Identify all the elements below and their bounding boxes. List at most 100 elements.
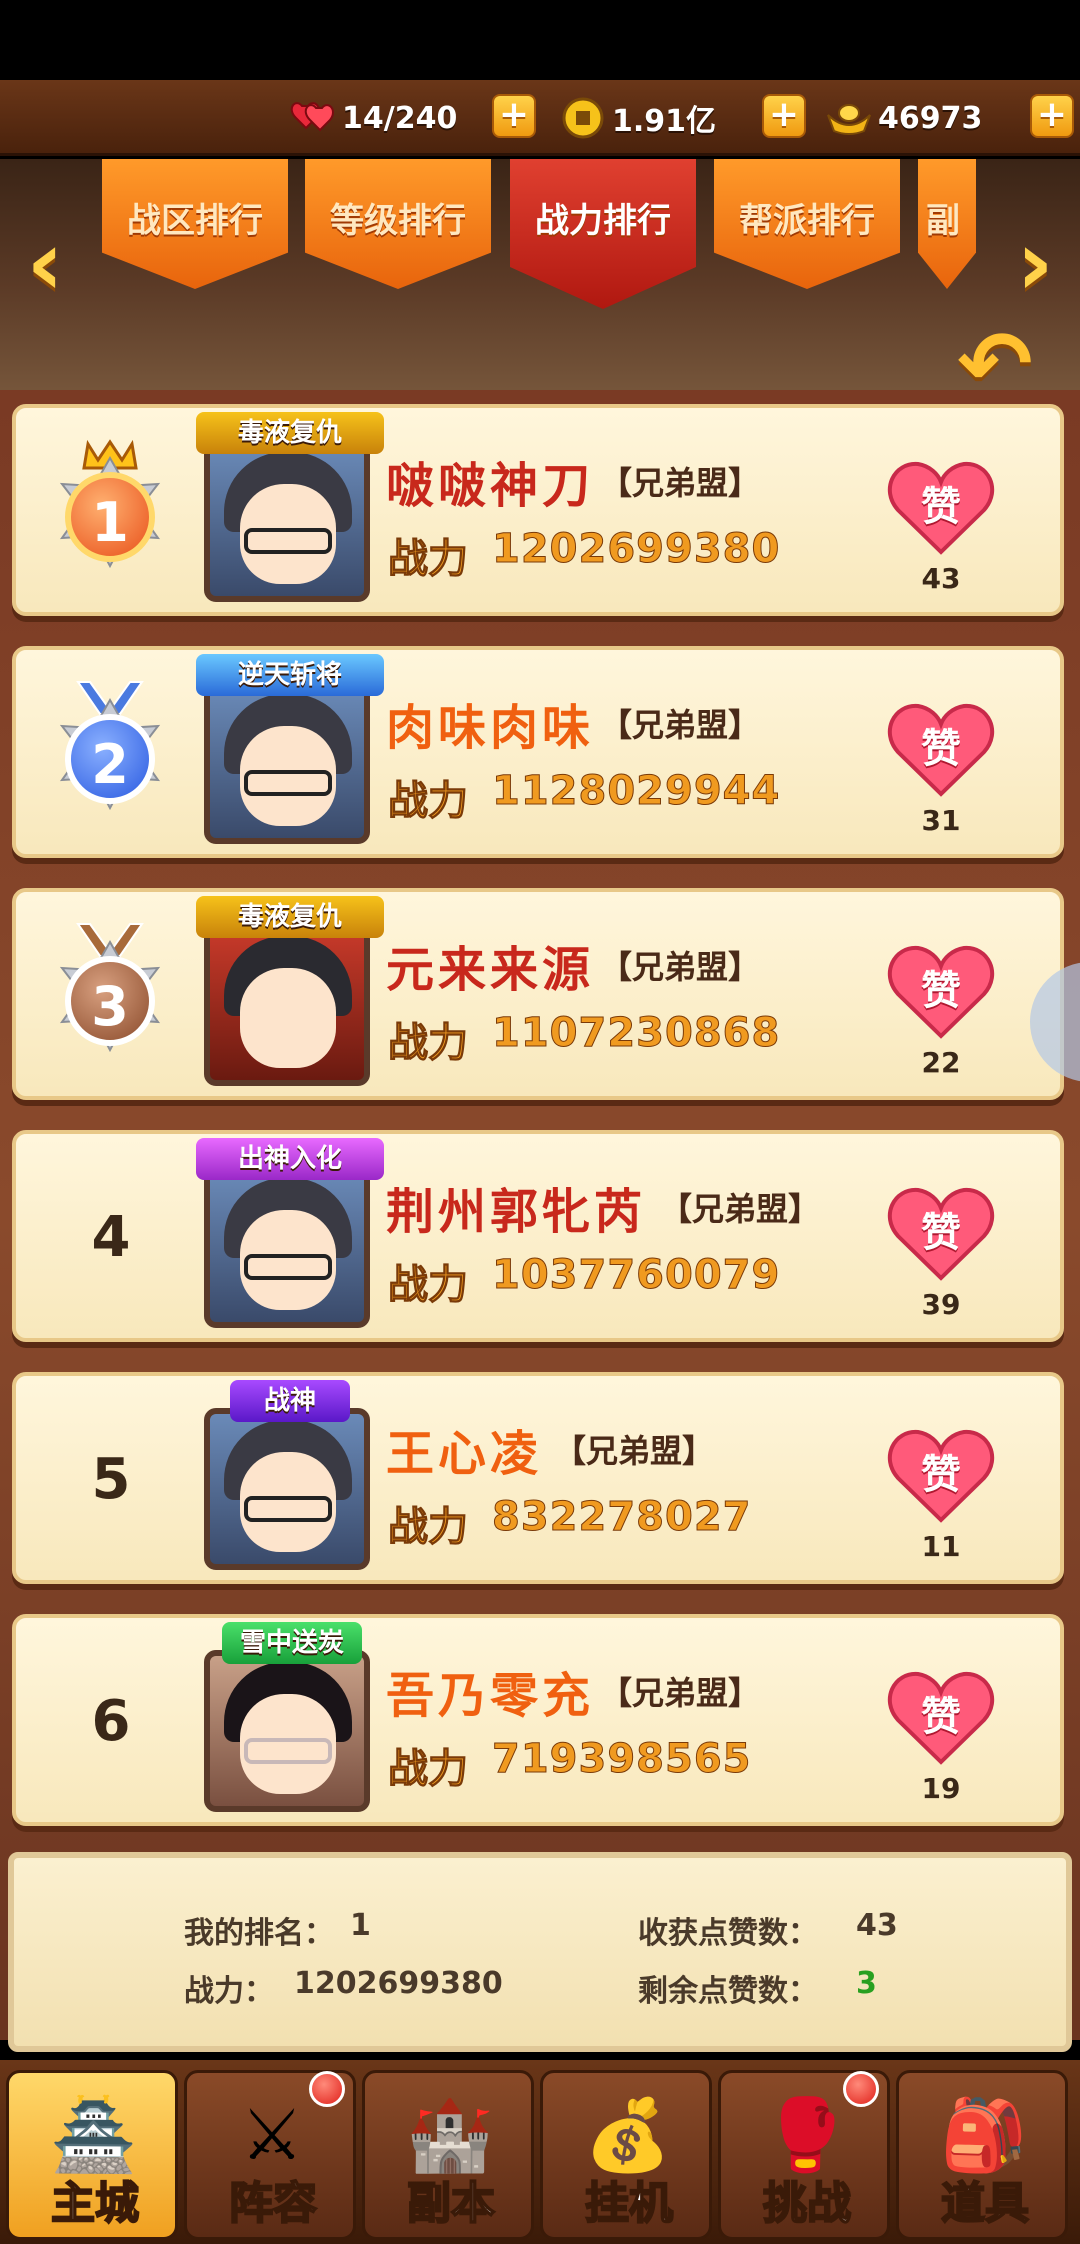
power-value: 1128029944 — [491, 768, 781, 815]
my-power-label: 战力： — [184, 1974, 274, 2009]
stamina-value: 14/240 — [342, 100, 458, 136]
nav-challenge[interactable]: 🥊 挑战 — [718, 2070, 890, 2240]
my-ranking-panel: 我的排名： 1 战力： 1202699380 收获点赞数： 43 剩余点赞数： … — [8, 1852, 1072, 2052]
coin-icon — [560, 95, 606, 141]
player-name: 肉味肉味 — [386, 700, 595, 756]
tab-power-ranking[interactable]: 战力排行 — [510, 159, 696, 309]
power-value: 1202699380 — [491, 526, 781, 573]
nav-items[interactable]: 🎒 道具 — [896, 2070, 1068, 2240]
nav-dungeon[interactable]: 🏰 副本 — [362, 2070, 534, 2240]
ranking-row: 1 毒液复仇 啵啵神刀 【兄弟盟】 战力 1202699380 赞 43 — [12, 404, 1064, 616]
title-badge: 毒液复仇 — [196, 896, 384, 938]
title-badge: 雪中送炭 — [222, 1622, 362, 1664]
nav-idle[interactable]: 💰 挂机 — [540, 2070, 712, 2240]
player-name: 啵啵神刀 — [386, 458, 595, 514]
like-button[interactable]: 赞 — [886, 458, 996, 558]
ranking-row: 5 战神 王心凌 【兄弟盟】 战力 832278027 赞 11 — [12, 1372, 1064, 1584]
ranking-tab-bar: ‹ 战区排行 等级排行 战力排行 帮派排行 副 › — [0, 159, 1080, 409]
notification-dot — [309, 2071, 345, 2107]
guild-name: 【兄弟盟】 — [600, 464, 761, 502]
power-label: 战力 — [388, 536, 469, 583]
like-button[interactable]: 赞 — [886, 1426, 996, 1526]
tab-level-ranking[interactable]: 等级排行 — [305, 159, 491, 289]
like-label: 赞 — [921, 1210, 961, 1256]
rank-number: 6 — [91, 1689, 131, 1754]
add-stamina-button[interactable]: + — [492, 94, 536, 138]
heart-pair-icon — [290, 95, 336, 141]
power-value: 1107230868 — [491, 1010, 781, 1057]
bottom-nav: 🏯 主城 ⚔ 阵容 🏰 副本 💰 挂机 🥊 挑战 🎒 道具 — [0, 2060, 1080, 2244]
resource-bar: 14/240 + 1.91亿 + 46973 + — [0, 80, 1080, 156]
ranking-row: 6 雪中送炭 吾乃零充 【兄弟盟】 战力 719398565 赞 19 — [12, 1614, 1064, 1826]
tab-guild-ranking[interactable]: 帮派排行 — [714, 159, 900, 289]
like-count: 43 — [921, 562, 961, 595]
guild-name: 【兄弟盟】 — [600, 948, 761, 986]
ingots-resource: 46973 — [826, 90, 982, 146]
power-label: 战力 — [388, 1020, 469, 1067]
player-name: 元来来源 — [386, 942, 595, 998]
power-label: 战力 — [388, 778, 469, 825]
tab-battle-zone-ranking[interactable]: 战区排行 — [102, 159, 288, 289]
like-count: 22 — [921, 1046, 961, 1079]
avatar[interactable] — [204, 1166, 370, 1328]
status-bar — [0, 0, 1080, 80]
title-badge: 战神 — [230, 1380, 350, 1422]
like-label: 赞 — [921, 484, 961, 530]
guild-name: 【兄弟盟】 — [660, 1190, 821, 1228]
ranking-row: 4 出神入化 荆州郭牝芮 【兄弟盟】 战力 1037760079 赞 39 — [12, 1130, 1064, 1342]
guild-name: 【兄弟盟】 — [600, 1674, 761, 1712]
tab-prev-arrow-icon[interactable]: ‹ — [10, 209, 80, 319]
avatar[interactable] — [204, 682, 370, 844]
like-count: 31 — [921, 804, 961, 837]
avatar[interactable] — [204, 1408, 370, 1570]
gold-medal-icon: 1 — [50, 438, 170, 578]
gold-ingot-icon — [826, 95, 872, 141]
ranking-row: 3 毒液复仇 元来来源 【兄弟盟】 战力 1107230868 赞 22 — [12, 888, 1064, 1100]
silver-medal-icon: 2 — [50, 680, 170, 820]
add-coins-button[interactable]: + — [762, 94, 806, 138]
ranking-row: 2 逆天斩将 肉味肉味 【兄弟盟】 战力 1128029944 赞 31 — [12, 646, 1064, 858]
coins-resource: 1.91亿 — [560, 90, 716, 146]
like-label: 赞 — [921, 968, 961, 1014]
my-power-value: 1202699380 — [294, 1966, 503, 2001]
notification-dot — [843, 2071, 879, 2107]
like-button[interactable]: 赞 — [886, 1184, 996, 1284]
title-badge: 逆天斩将 — [196, 654, 384, 696]
title-badge: 出神入化 — [196, 1138, 384, 1180]
like-button[interactable]: 赞 — [886, 1668, 996, 1768]
add-ingots-button[interactable]: + — [1030, 94, 1074, 138]
power-label: 战力 — [388, 1262, 469, 1309]
like-count: 19 — [921, 1772, 961, 1805]
my-rank-value: 1 — [350, 1908, 371, 1943]
like-label: 赞 — [921, 1452, 961, 1498]
title-badge: 毒液复仇 — [196, 412, 384, 454]
power-value: 832278027 — [492, 1494, 752, 1541]
received-likes-label: 收获点赞数： — [638, 1916, 818, 1951]
power-label: 战力 — [388, 1504, 469, 1551]
ingots-value: 46973 — [878, 100, 983, 136]
nav-formation[interactable]: ⚔ 阵容 — [184, 2070, 356, 2240]
avatar[interactable] — [204, 1650, 370, 1812]
player-name: 荆州郭牝芮 — [386, 1184, 647, 1240]
like-label: 赞 — [921, 1694, 961, 1740]
my-rank-label: 我的排名： — [184, 1916, 334, 1951]
guild-name: 【兄弟盟】 — [554, 1432, 715, 1470]
received-likes-value: 43 — [856, 1908, 898, 1943]
rank-number: 4 — [91, 1205, 131, 1270]
nav-main-city[interactable]: 🏯 主城 — [6, 2070, 178, 2240]
ranking-list: 1 毒液复仇 啵啵神刀 【兄弟盟】 战力 1202699380 赞 43 2 逆… — [0, 390, 1080, 2040]
player-name: 王心凌 — [386, 1426, 543, 1482]
player-name: 吾乃零充 — [386, 1668, 595, 1724]
like-button[interactable]: 赞 — [886, 700, 996, 800]
avatar[interactable] — [204, 924, 370, 1086]
like-count: 39 — [921, 1288, 961, 1321]
guild-name: 【兄弟盟】 — [600, 706, 761, 744]
remaining-likes-value: 3 — [856, 1966, 877, 2001]
power-value: 1037760079 — [491, 1252, 781, 1299]
like-count: 11 — [921, 1530, 961, 1563]
tab-dungeon-ranking[interactable]: 副 — [918, 159, 976, 289]
like-label: 赞 — [921, 726, 961, 772]
tab-next-arrow-icon[interactable]: › — [1000, 209, 1070, 319]
like-button[interactable]: 赞 — [886, 942, 996, 1042]
avatar[interactable] — [204, 440, 370, 602]
